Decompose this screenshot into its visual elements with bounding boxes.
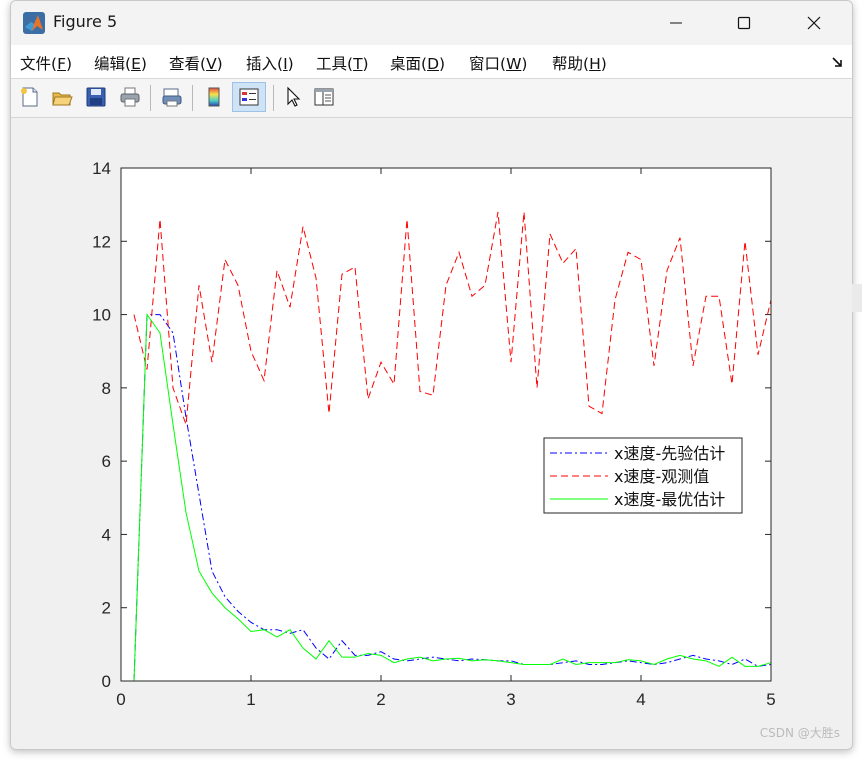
legend-label: x速度-先验估计	[614, 444, 725, 463]
save-icon[interactable]	[82, 83, 110, 111]
y-tick-label: 12	[92, 232, 111, 251]
watermark: CSDN @大胜s	[759, 726, 840, 740]
x-tick-label: 3	[506, 690, 515, 709]
menu-file[interactable]: 文件(F)	[20, 52, 72, 74]
y-tick-label: 8	[102, 379, 111, 398]
figure-canvas: 0 1 2 3 4 5 0 2 4 6 8 10 12 14 x速度-先验估计 x速度-观测值 x速度-最优估计	[11, 118, 852, 749]
x-tick-label: 5	[766, 690, 775, 709]
maximize-icon	[737, 16, 751, 30]
menu-edit[interactable]: 编辑(E)	[94, 52, 147, 74]
new-figure-icon[interactable]	[15, 83, 43, 111]
print-icon[interactable]	[116, 83, 144, 111]
legend-label: x速度-最优估计	[614, 490, 725, 509]
y-tick-label: 6	[102, 452, 111, 471]
x-tick-label: 4	[636, 690, 645, 709]
figure-window: Figure 5 文件(F) 编辑(E) 查看(V) 插入(I) 工具(T) 桌…	[10, 0, 853, 750]
y-tick-label: 2	[102, 599, 111, 618]
toolbar-separator	[273, 85, 274, 111]
x-tick-label: 2	[376, 690, 385, 709]
colorbar-icon[interactable]	[200, 83, 228, 111]
toolbar-separator	[192, 85, 193, 111]
menu-desktop[interactable]: 桌面(D)	[390, 52, 445, 74]
y-tick-label: 0	[102, 672, 111, 691]
edit-plot-arrow-icon[interactable]	[279, 83, 307, 111]
y-tick-label: 4	[102, 525, 111, 544]
x-tick-label: 0	[116, 690, 125, 709]
x-tick-label: 1	[246, 690, 255, 709]
dock-arrow-icon[interactable]	[831, 54, 845, 73]
maximize-button[interactable]	[712, 1, 776, 45]
axes-background	[121, 168, 771, 681]
menu-bar: 文件(F) 编辑(E) 查看(V) 插入(I) 工具(T) 桌面(D) 窗口(W…	[11, 45, 852, 79]
close-icon	[807, 16, 821, 30]
print-preview-icon[interactable]	[158, 83, 186, 111]
menu-view[interactable]: 查看(V)	[169, 52, 223, 74]
toolbar	[11, 79, 852, 118]
y-tick-label: 10	[92, 306, 111, 325]
menu-window[interactable]: 窗口(W)	[469, 52, 527, 74]
legend-label: x速度-观测值	[614, 467, 709, 486]
menu-tools[interactable]: 工具(T)	[316, 52, 369, 74]
property-inspector-icon[interactable]	[310, 83, 338, 111]
matlab-logo-icon	[23, 12, 45, 34]
minimize-button[interactable]	[644, 1, 708, 45]
window-title: Figure 5	[53, 12, 118, 31]
close-button[interactable]	[782, 1, 846, 45]
toolbar-separator	[150, 85, 151, 111]
plot-svg[interactable]: 0 1 2 3 4 502468101214x速度-先验估计x速度-观测值x速度-最优估计	[11, 118, 852, 749]
title-bar[interactable]: Figure 5	[11, 1, 852, 45]
minimize-icon	[670, 22, 682, 24]
open-file-icon[interactable]	[48, 83, 76, 111]
legend-icon[interactable]	[232, 82, 266, 112]
menu-insert[interactable]: 插入(I)	[246, 52, 294, 74]
menu-help[interactable]: 帮助(H)	[552, 52, 607, 74]
background-window-edge	[852, 284, 862, 312]
y-tick-label: 14	[92, 159, 111, 178]
